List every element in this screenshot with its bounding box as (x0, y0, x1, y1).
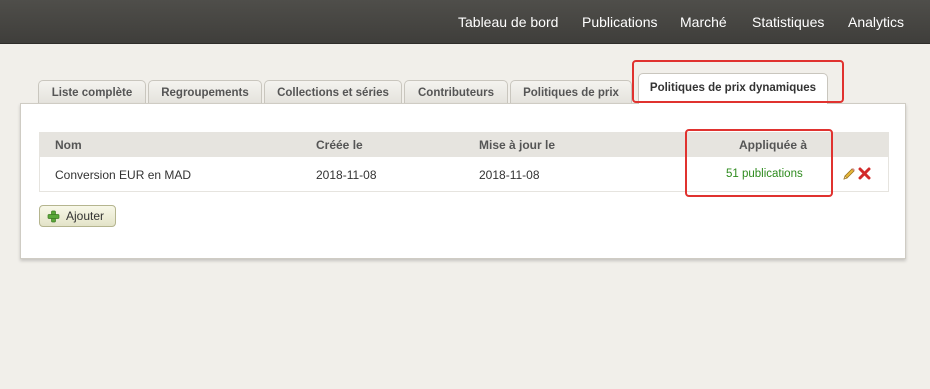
column-header-appliquee-a: Appliquée à (739, 138, 808, 152)
content-panel: Nom Créée le Mise à jour le Appliquée à … (20, 103, 906, 259)
tab-liste-complete[interactable]: Liste complète (38, 80, 146, 104)
tab-politiques-de-prix-dynamiques[interactable]: Politiques de prix dynamiques (638, 73, 828, 104)
add-button[interactable]: Ajouter (39, 205, 116, 227)
column-header-creee-le: Créée le (316, 138, 363, 152)
policy-name: Conversion EUR en MAD (55, 168, 192, 182)
nav-statistiques[interactable]: Statistiques (752, 14, 824, 30)
nav-publications[interactable]: Publications (582, 14, 658, 30)
updated-date: 2018-11-08 (479, 168, 540, 182)
pencil-icon[interactable] (842, 167, 856, 181)
table-header: Nom Créée le Mise à jour le Appliquée à (39, 132, 889, 157)
tab-contributeurs[interactable]: Contributeurs (404, 80, 508, 104)
add-button-label: Ajouter (66, 209, 105, 223)
plus-icon (47, 210, 60, 223)
tab-regroupements[interactable]: Regroupements (148, 80, 262, 104)
table-row: Conversion EUR en MAD 2018-11-08 2018-11… (39, 157, 889, 192)
applied-publications-link[interactable]: 51 publications (726, 168, 803, 180)
delete-icon[interactable] (858, 167, 871, 180)
tab-politiques-de-prix[interactable]: Politiques de prix (510, 80, 632, 104)
created-date: 2018-11-08 (316, 168, 377, 182)
tab-collections-et-series[interactable]: Collections et séries (264, 80, 402, 104)
column-header-mise-a-jour-le: Mise à jour le (479, 138, 556, 152)
column-header-nom: Nom (55, 138, 82, 152)
nav-analytics[interactable]: Analytics (848, 14, 904, 30)
nav-marche[interactable]: Marché (680, 14, 727, 30)
nav-tableau-de-bord[interactable]: Tableau de bord (458, 14, 558, 30)
top-navigation: Tableau de bord Publications Marché Stat… (0, 0, 930, 44)
